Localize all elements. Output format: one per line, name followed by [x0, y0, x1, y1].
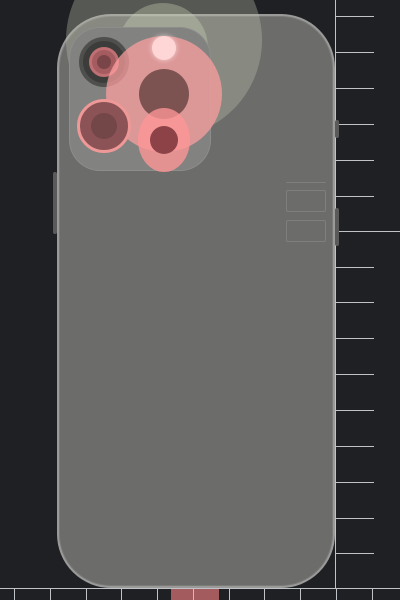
- ruler-tick: [336, 124, 374, 125]
- design-canvas: [0, 0, 400, 600]
- ruler-tick-major: [336, 231, 400, 232]
- ruler-tick: [336, 410, 374, 411]
- camera-wide-aperture: [97, 55, 111, 69]
- ruler-tick: [229, 589, 230, 600]
- ruler-tick: [86, 589, 87, 600]
- ruler-tick: [336, 338, 374, 339]
- ruler-tick: [264, 589, 265, 600]
- ruler-tick: [336, 52, 374, 53]
- ruler-tick: [336, 160, 374, 161]
- ruler-tick: [336, 518, 374, 519]
- ruler-tick: [14, 589, 15, 600]
- ruler-tick: [336, 589, 337, 600]
- guide-rectangle[interactable]: [286, 190, 326, 212]
- camera-ultrawide-aperture: [91, 113, 117, 139]
- ruler-selection-marker[interactable]: [171, 589, 219, 600]
- flash-icon[interactable]: [152, 36, 176, 60]
- vertical-ruler[interactable]: [335, 0, 400, 588]
- ruler-tick: [336, 88, 374, 89]
- ruler-tick: [336, 196, 374, 197]
- ruler-tick: [336, 267, 374, 268]
- ruler-tick: [336, 16, 374, 17]
- ruler-tick: [336, 553, 374, 554]
- ruler-tick: [121, 589, 122, 600]
- ruler-tick: [300, 589, 301, 600]
- ruler-tick: [50, 589, 51, 600]
- phone-side-button: [335, 120, 339, 138]
- lidar-sensor-core: [150, 126, 178, 154]
- ruler-tick: [336, 446, 374, 447]
- guide-line: [286, 182, 326, 184]
- horizontal-ruler[interactable]: [0, 588, 400, 600]
- ruler-tick: [193, 589, 194, 600]
- ruler-tick: [336, 374, 374, 375]
- phone-power-button: [335, 208, 339, 246]
- ruler-tick: [372, 589, 373, 600]
- guide-rectangle[interactable]: [286, 220, 326, 242]
- ruler-tick: [336, 482, 374, 483]
- ruler-tick: [157, 589, 158, 600]
- ruler-tick: [336, 302, 374, 303]
